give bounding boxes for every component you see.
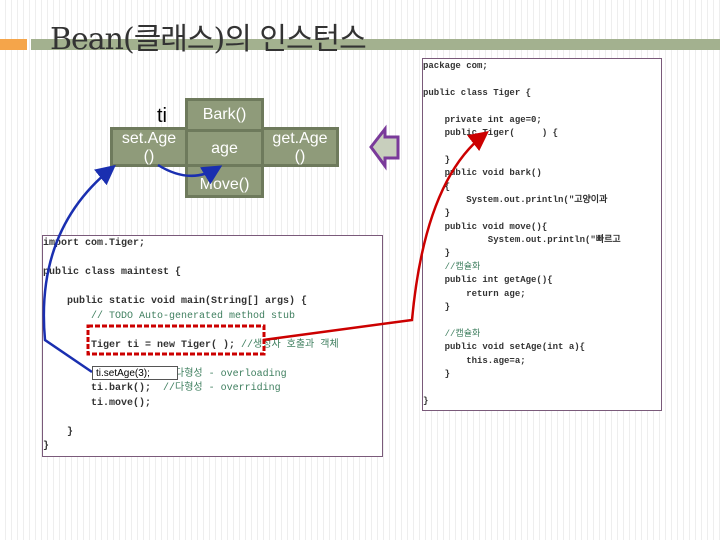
code-line: public void move(){ [423,221,548,232]
move-box: Move() [185,164,264,198]
code-line: package com; [423,61,488,71]
code-line: } [423,248,451,259]
age-box: age [185,129,264,167]
code-line: } [423,368,451,379]
code-line: System.out.println("고양이과 [423,194,608,205]
code-line: public static void main(String[] args) { [43,296,308,307]
set-age-callout: ti.setAge(3); [92,366,178,380]
code-line: ti.move(); [43,397,152,409]
code-line: } [423,302,451,313]
code-line: public int getAge(){ [423,275,553,286]
code-line: public void setAge(int a){ [423,342,586,353]
code-line: Tiger ti = new Tiger( ); //생성자 호출과 객체 [43,339,339,351]
tiger-class-code: package com; public class Tiger { private… [422,58,662,411]
set-age-box: set.Age () [110,127,188,167]
code-line: } [43,441,50,452]
code-line: public Tiger( ) { [423,127,559,138]
code-line: // TODO Auto-generated method stub [91,310,296,322]
code-line: { [423,181,451,192]
code-line: } [423,395,429,406]
accent-bar [0,39,27,50]
code-line: public void bark() [423,168,542,179]
code-line: } [423,208,451,219]
code-line: public class maintest { [43,267,182,278]
code-line: public class Tiger { [423,87,532,98]
code-line: //캡슐화 [444,261,481,272]
instance-label: ti [157,105,167,127]
maintest-code: import com.Tiger; public class maintest {… [42,235,383,457]
bark-box: Bark() [185,98,264,132]
slide-title: Bean(클래스)의 인스턴스 [50,22,367,57]
code-line: this.age=a; [423,355,526,366]
code-line: ti.bark(); //다형성 - overriding [43,383,281,394]
code-line: import com.Tiger; [43,238,146,249]
code-line: } [423,154,451,165]
code-line: System.out.println("빠르고 [423,235,621,246]
code-line: } [43,426,74,438]
left-arrow-icon [369,124,400,171]
code-line: return age; [423,288,526,299]
code-line: private int age=0; [423,114,542,125]
get-age-box: get.Age () [261,127,339,167]
code-line: //캡슐화 [444,328,481,339]
